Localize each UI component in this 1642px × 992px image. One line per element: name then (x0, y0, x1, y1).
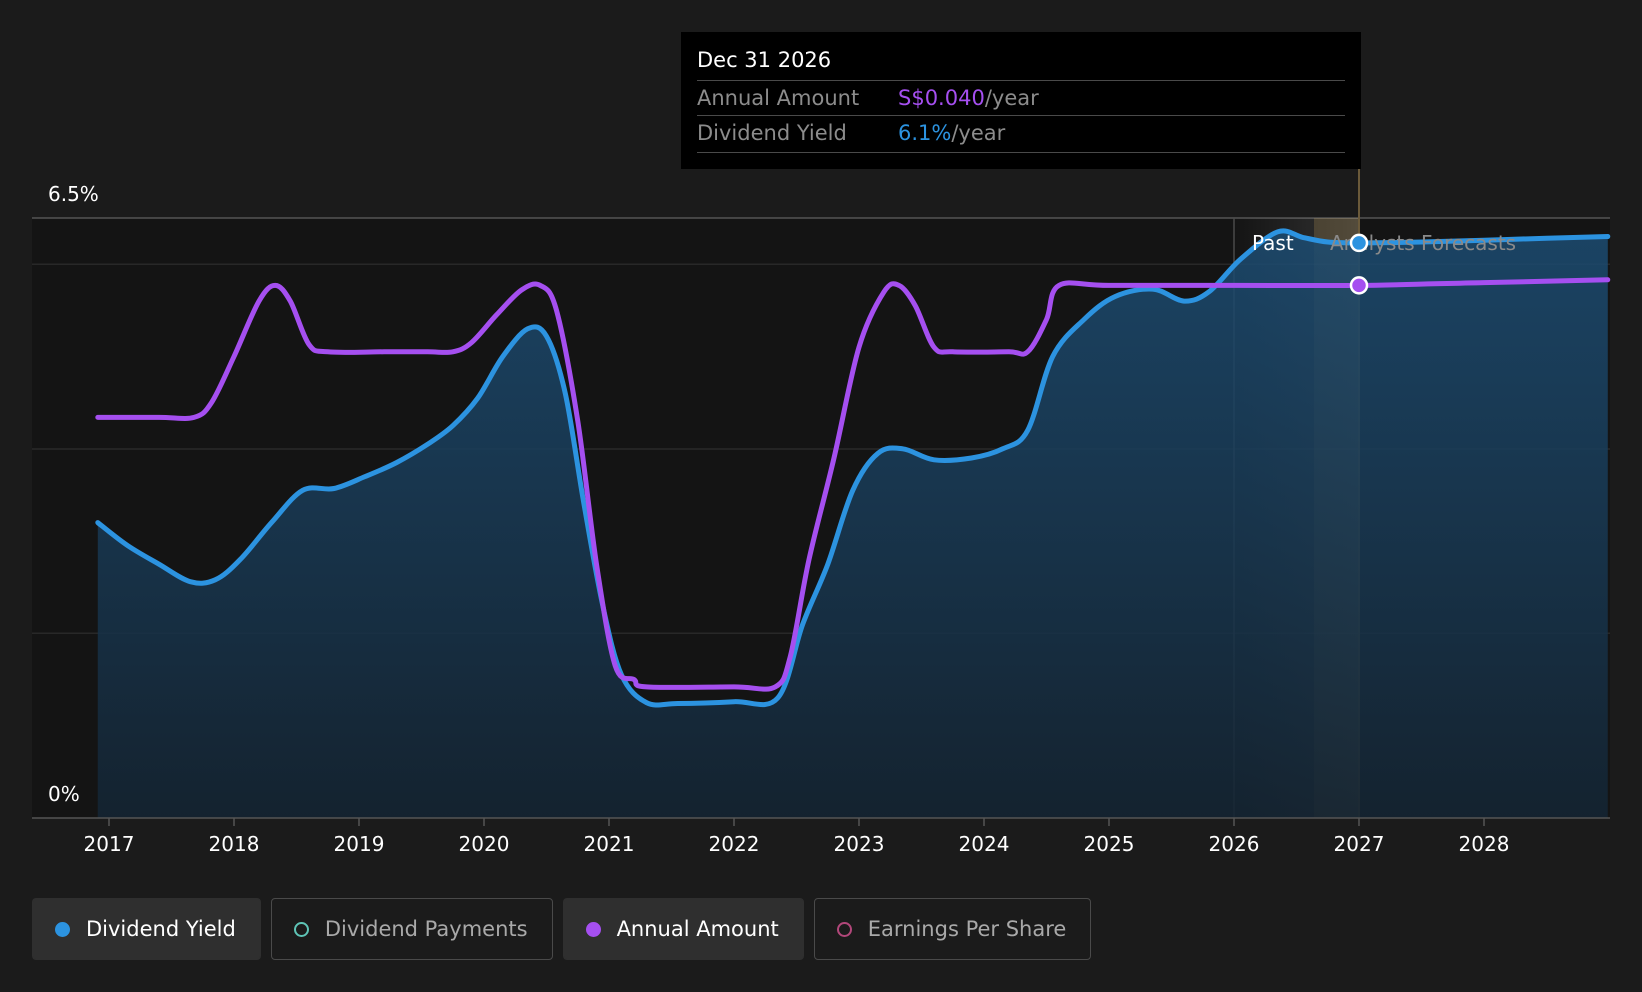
legend-label: Dividend Yield (86, 917, 236, 941)
tooltip-yield-unit: /year (951, 121, 1006, 145)
x-tick-label: 2027 (1334, 832, 1385, 856)
x-tick-label: 2020 (459, 832, 510, 856)
x-tick-label: 2026 (1209, 832, 1260, 856)
tooltip: Dec 31 2026 Annual Amount S$0.040 /year … (681, 32, 1361, 169)
y-tick-label: 6.5% (48, 182, 99, 206)
x-tick-label: 2018 (209, 832, 260, 856)
legend-label: Dividend Payments (324, 917, 528, 941)
y-tick-label: 0% (48, 782, 80, 806)
x-tick-label: 2021 (584, 832, 635, 856)
legend: Dividend Yield Dividend Payments Annual … (32, 898, 1092, 960)
legend-annual-amount[interactable]: Annual Amount (562, 898, 804, 960)
legend-label: Earnings Per Share (867, 917, 1067, 941)
legend-dot-icon (836, 921, 852, 937)
x-axis: 2017 2018 2019 2020 2021 2022 2023 2024 2025 2026… (32, 817, 1610, 856)
tooltip-row-yield: Dividend Yield 6.1% /year (697, 116, 1345, 153)
tooltip-yield-label: Dividend Yield (697, 121, 847, 145)
legend-dividend-yield[interactable]: Dividend Yield (32, 898, 261, 960)
legend-dot-icon (585, 921, 601, 937)
x-tick-label: 2025 (1084, 832, 1135, 856)
dividend-chart: 2017 2018 2019 2020 2021 2022 2023 2024 2025 2026… (0, 0, 1642, 988)
x-tick-label: 2023 (834, 832, 885, 856)
legend-label: Annual Amount (616, 917, 779, 941)
x-tick-label: 2024 (959, 832, 1010, 856)
x-tick-label: 2017 (84, 832, 135, 856)
tooltip-row-annual: Annual Amount S$0.040 /year (697, 81, 1345, 116)
legend-dot-icon (55, 921, 70, 937)
legend-earnings-per-share[interactable]: Earnings Per Share (813, 898, 1092, 960)
tooltip-annual-value: S$0.040 (898, 86, 985, 110)
tooltip-annual-unit: /year (984, 86, 1039, 110)
legend-dividend-payments[interactable]: Dividend Payments (270, 898, 553, 960)
annual-amount-marker (1349, 276, 1369, 295)
x-tick-label: 2019 (334, 832, 385, 856)
tooltip-yield-value: 6.1% (898, 121, 952, 145)
dividend-yield-marker (1349, 233, 1369, 253)
tooltip-date: Dec 31 2026 (697, 46, 1345, 81)
legend-dot-icon (293, 921, 309, 937)
x-tick-label: 2022 (709, 832, 760, 856)
tooltip-annual-label: Annual Amount (697, 86, 860, 110)
x-tick-label: 2028 (1459, 832, 1510, 856)
past-label: Past (1252, 231, 1294, 255)
